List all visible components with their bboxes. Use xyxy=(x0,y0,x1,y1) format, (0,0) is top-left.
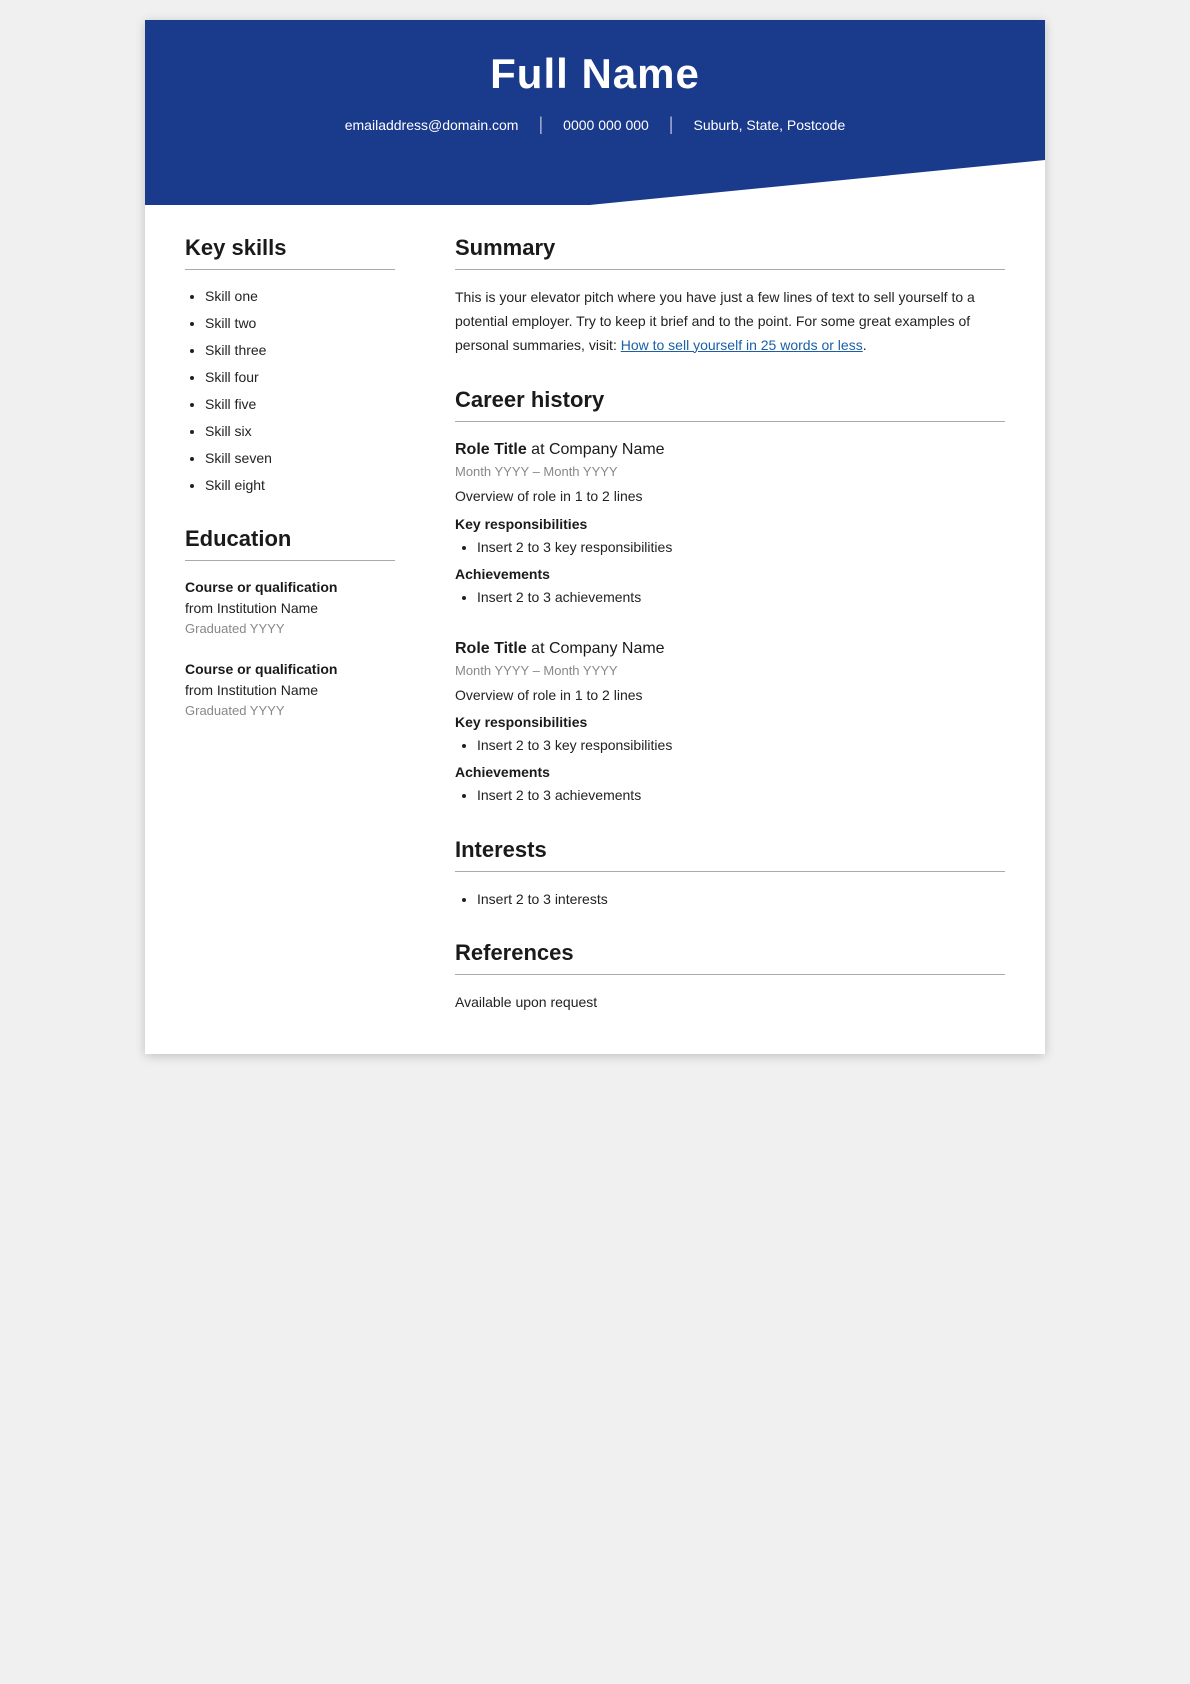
career-divider xyxy=(455,421,1005,422)
career-history-section: Career history Role Title at Company Nam… xyxy=(455,387,1005,806)
interests-list: Insert 2 to 3 interests xyxy=(455,888,1005,910)
job-date-1: Month YYYY – Month YYYY xyxy=(455,464,1005,479)
key-skills-title: Key skills xyxy=(185,235,395,261)
list-item: Insert 2 to 3 interests xyxy=(477,888,1005,910)
job-company-text-2: at Company Name xyxy=(531,640,664,657)
job-achievements-1: Insert 2 to 3 achievements xyxy=(455,586,1005,608)
edu-year-2: Graduated YYYY xyxy=(185,701,395,721)
list-item: Skill seven xyxy=(205,448,395,469)
job-ach-heading-1: Achievements xyxy=(455,566,1005,582)
job-role-title-1: Role Title xyxy=(455,441,527,458)
job-achievements-2: Insert 2 to 3 achievements xyxy=(455,784,1005,806)
list-item: Skill five xyxy=(205,394,395,415)
job-entry-1: Role Title at Company Name Month YYYY – … xyxy=(455,438,1005,608)
education-entry-1: Course or qualification from Institution… xyxy=(185,577,395,639)
job-resp-heading-2: Key responsibilities xyxy=(455,714,1005,730)
header-diagonal-cut xyxy=(145,160,1045,205)
references-section: References Available upon request xyxy=(455,940,1005,1013)
job-title-line-2: Role Title at Company Name xyxy=(455,637,1005,661)
list-item: Skill one xyxy=(205,286,395,307)
edu-year-1: Graduated YYYY xyxy=(185,619,395,639)
resume-header: Full Name emailaddress@domain.com | 0000… xyxy=(145,20,1045,160)
email: emailaddress@domain.com xyxy=(345,117,519,133)
list-item: Insert 2 to 3 key responsibilities xyxy=(477,734,1005,756)
summary-link-end: . xyxy=(863,337,867,353)
job-date-2: Month YYYY – Month YYYY xyxy=(455,663,1005,678)
job-entry-2: Role Title at Company Name Month YYYY – … xyxy=(455,637,1005,807)
interests-divider xyxy=(455,871,1005,872)
job-ach-heading-2: Achievements xyxy=(455,764,1005,780)
job-overview-2: Overview of role in 1 to 2 lines xyxy=(455,684,1005,706)
list-item: Skill six xyxy=(205,421,395,442)
contact-info: emailaddress@domain.com | 0000 000 000 |… xyxy=(185,114,1005,155)
full-name: Full Name xyxy=(185,50,1005,114)
edu-course-1: Course or qualification xyxy=(185,577,395,598)
references-text: Available upon request xyxy=(455,991,1005,1013)
summary-title: Summary xyxy=(455,235,1005,261)
left-column: Key skills Skill one Skill two Skill thr… xyxy=(145,235,425,1054)
key-skills-section: Key skills Skill one Skill two Skill thr… xyxy=(185,235,395,496)
references-divider xyxy=(455,974,1005,975)
summary-link[interactable]: How to sell yourself in 25 words or less xyxy=(621,337,863,353)
summary-paragraph: This is your elevator pitch where you ha… xyxy=(455,286,1005,357)
list-item: Insert 2 to 3 key responsibilities xyxy=(477,536,1005,558)
resume-document: Full Name emailaddress@domain.com | 0000… xyxy=(145,20,1045,1054)
skills-divider xyxy=(185,269,395,270)
job-role-title-2: Role Title xyxy=(455,640,527,657)
right-column: Summary This is your elevator pitch wher… xyxy=(425,235,1045,1054)
list-item: Insert 2 to 3 achievements xyxy=(477,784,1005,806)
location: Suburb, State, Postcode xyxy=(693,117,845,133)
references-title: References xyxy=(455,940,1005,966)
job-title-line-1: Role Title at Company Name xyxy=(455,438,1005,462)
list-item: Insert 2 to 3 achievements xyxy=(477,586,1005,608)
job-resp-heading-1: Key responsibilities xyxy=(455,516,1005,532)
edu-institution-2: from Institution Name xyxy=(185,680,395,701)
list-item: Skill four xyxy=(205,367,395,388)
education-divider xyxy=(185,560,395,561)
edu-course-2: Course or qualification xyxy=(185,659,395,680)
summary-divider xyxy=(455,269,1005,270)
list-item: Skill three xyxy=(205,340,395,361)
interests-section: Interests Insert 2 to 3 interests xyxy=(455,837,1005,910)
edu-institution-1: from Institution Name xyxy=(185,598,395,619)
separator-1: | xyxy=(538,114,543,135)
job-company-text-1: at Company Name xyxy=(531,441,664,458)
job-responsibilities-2: Insert 2 to 3 key responsibilities xyxy=(455,734,1005,756)
interests-title: Interests xyxy=(455,837,1005,863)
job-responsibilities-1: Insert 2 to 3 key responsibilities xyxy=(455,536,1005,558)
list-item: Skill eight xyxy=(205,475,395,496)
list-item: Skill two xyxy=(205,313,395,334)
education-section: Education Course or qualification from I… xyxy=(185,526,395,720)
job-overview-1: Overview of role in 1 to 2 lines xyxy=(455,485,1005,507)
education-title: Education xyxy=(185,526,395,552)
skills-list: Skill one Skill two Skill three Skill fo… xyxy=(185,286,395,496)
phone: 0000 000 000 xyxy=(563,117,649,133)
summary-section: Summary This is your elevator pitch wher… xyxy=(455,235,1005,357)
career-history-title: Career history xyxy=(455,387,1005,413)
separator-2: | xyxy=(669,114,674,135)
education-entry-2: Course or qualification from Institution… xyxy=(185,659,395,721)
resume-body: Key skills Skill one Skill two Skill thr… xyxy=(145,205,1045,1054)
